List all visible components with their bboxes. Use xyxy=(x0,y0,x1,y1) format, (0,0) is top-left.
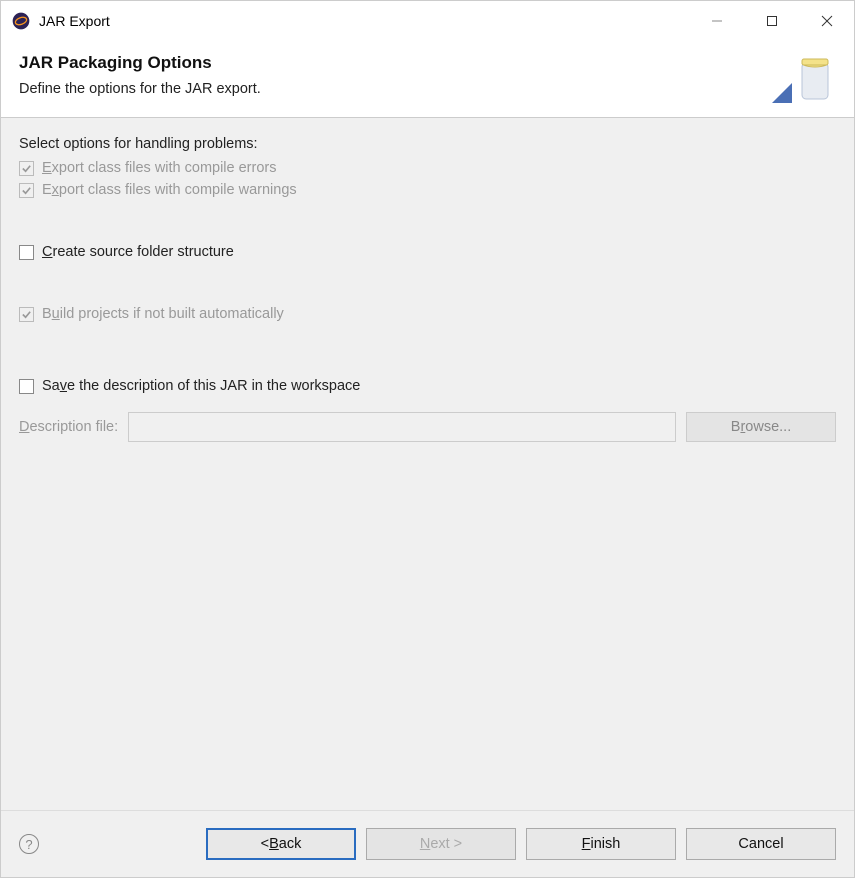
save-description-label: Save the description of this JAR in the … xyxy=(42,378,360,394)
next-button: Next > xyxy=(366,828,516,860)
eclipse-icon xyxy=(11,11,31,31)
maximize-button[interactable] xyxy=(744,1,799,41)
jar-export-dialog: JAR Export JAR Packaging Options Define … xyxy=(0,0,855,878)
build-projects-label: Build projects if not built automaticall… xyxy=(42,306,284,322)
window-title: JAR Export xyxy=(39,13,689,29)
banner-subtitle: Define the options for the JAR export. xyxy=(19,81,772,97)
save-description-checkbox[interactable] xyxy=(19,379,34,394)
back-button[interactable]: < Back xyxy=(206,828,356,860)
titlebar: JAR Export xyxy=(1,1,854,41)
save-description-row: Save the description of this JAR in the … xyxy=(19,378,836,394)
wizard-banner: JAR Packaging Options Define the options… xyxy=(1,41,854,118)
export-warnings-label: Export class files with compile warnings xyxy=(42,182,297,198)
create-source-label: Create source folder structure xyxy=(42,244,234,260)
minimize-button[interactable] xyxy=(689,1,744,41)
build-projects-row: Build projects if not built automaticall… xyxy=(19,306,836,322)
cancel-button[interactable]: Cancel xyxy=(686,828,836,860)
export-warnings-checkbox xyxy=(19,183,34,198)
description-file-row: Description file: Browse... xyxy=(19,412,836,442)
export-errors-checkbox xyxy=(19,161,34,176)
build-projects-checkbox xyxy=(19,307,34,322)
help-icon[interactable]: ? xyxy=(19,834,39,854)
banner-title: JAR Packaging Options xyxy=(19,53,772,73)
create-source-checkbox[interactable] xyxy=(19,245,34,260)
window-controls xyxy=(689,1,854,41)
description-file-label: Description file: xyxy=(19,419,118,435)
body-area: Select options for handling problems: Ex… xyxy=(1,118,854,811)
problems-section-label: Select options for handling problems: xyxy=(19,136,836,152)
banner-text: JAR Packaging Options Define the options… xyxy=(19,53,772,97)
export-errors-row: Export class files with compile errors xyxy=(19,160,836,176)
close-button[interactable] xyxy=(799,1,854,41)
description-file-input xyxy=(128,412,676,442)
create-source-row: Create source folder structure xyxy=(19,244,836,260)
button-bar: ? < Back Next > Finish Cancel xyxy=(1,811,854,877)
browse-button: Browse... xyxy=(686,412,836,442)
export-warnings-row: Export class files with compile warnings xyxy=(19,182,836,198)
export-errors-label: Export class files with compile errors xyxy=(42,160,277,176)
jar-icon xyxy=(772,53,836,103)
finish-button[interactable]: Finish xyxy=(526,828,676,860)
